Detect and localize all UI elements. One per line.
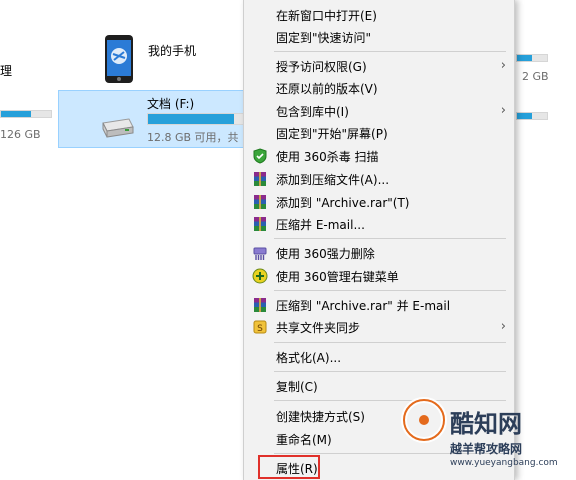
menu-item-format[interactable]: 格式化(A)... <box>244 346 514 368</box>
menu-item-360-context-manager[interactable]: 使用 360管理右键菜单 <box>244 265 514 287</box>
winrar-icon <box>254 217 266 231</box>
partial-label-left: 理 <box>0 64 13 78</box>
menu-separator <box>274 238 506 239</box>
submenu-arrow-icon: › <box>500 58 506 73</box>
menu-separator <box>274 371 506 372</box>
submenu-arrow-icon: › <box>500 103 506 118</box>
properties-highlight-box <box>258 455 320 479</box>
menu-item-add-archive-rar[interactable]: 添加到 "Archive.rar"(T) <box>244 191 514 213</box>
drive-usage-bar <box>147 113 247 125</box>
phone-tile[interactable]: 我的手机 <box>100 30 240 86</box>
phone-icon <box>105 35 133 83</box>
drive-label: 文档 (F:) <box>147 97 195 111</box>
drive-free-text: 12.8 GB 可用，共 <box>147 131 239 144</box>
menu-item-pin-start[interactable]: 固定到"开始"屏幕(P) <box>244 122 514 144</box>
menu-separator <box>274 290 506 291</box>
menu-separator <box>274 51 506 52</box>
winrar-icon <box>254 298 266 312</box>
drive-bar-left <box>0 110 52 118</box>
drive-tile-f[interactable]: 文档 (F:) 12.8 GB 可用，共 <box>58 90 248 148</box>
watermark-title: 酷知网 <box>450 410 522 438</box>
svg-text:S: S <box>257 324 263 334</box>
menu-item-compress-email[interactable]: 压缩并 E-mail... <box>244 213 514 235</box>
shredder-icon <box>253 247 267 260</box>
menu-separator <box>274 400 506 401</box>
menu-item-grant-access[interactable]: 授予访问权限(G) › <box>244 55 514 77</box>
menu-item-open-new-window[interactable]: 在新窗口中打开(E) <box>244 4 514 26</box>
submenu-arrow-icon: › <box>500 319 506 334</box>
phone-label: 我的手机 <box>148 44 197 58</box>
hard-drive-icon <box>102 118 134 138</box>
winrar-icon <box>254 172 266 186</box>
drive-usage-fill <box>148 114 235 124</box>
menu-item-pin-quick-access[interactable]: 固定到"快速访问" <box>244 26 514 48</box>
drive-bar-right-1 <box>516 54 548 62</box>
drive-bar-right-2 <box>516 112 548 120</box>
watermark-subtitle: 越羊帮攻略网 <box>450 442 523 456</box>
watermark-logo-icon <box>401 397 447 443</box>
context-manager-icon <box>252 268 268 284</box>
watermark-url: www.yueyangbang.com <box>450 458 558 468</box>
menu-item-restore-versions[interactable]: 还原以前的版本(V) <box>244 77 514 99</box>
partial-size-left: 126 GB <box>0 128 41 141</box>
menu-item-compress-rar-email[interactable]: 压缩到 "Archive.rar" 并 E-mail <box>244 294 514 316</box>
menu-item-include-library[interactable]: 包含到库中(I) › <box>244 100 514 122</box>
menu-item-shared-folder-sync[interactable]: S 共享文件夹同步 › <box>244 316 514 338</box>
menu-item-add-archive[interactable]: 添加到压缩文件(A)... <box>244 168 514 190</box>
winrar-icon <box>254 195 266 209</box>
menu-item-360-force-delete[interactable]: 使用 360强力删除 <box>244 242 514 264</box>
menu-separator <box>274 342 506 343</box>
partial-size-right: 2 GB <box>522 70 549 83</box>
sync-icon: S <box>253 320 267 334</box>
menu-item-copy[interactable]: 复制(C) <box>244 375 514 397</box>
menu-item-360-scan[interactable]: 使用 360杀毒 扫描 <box>244 145 514 167</box>
shield-icon <box>253 148 267 164</box>
